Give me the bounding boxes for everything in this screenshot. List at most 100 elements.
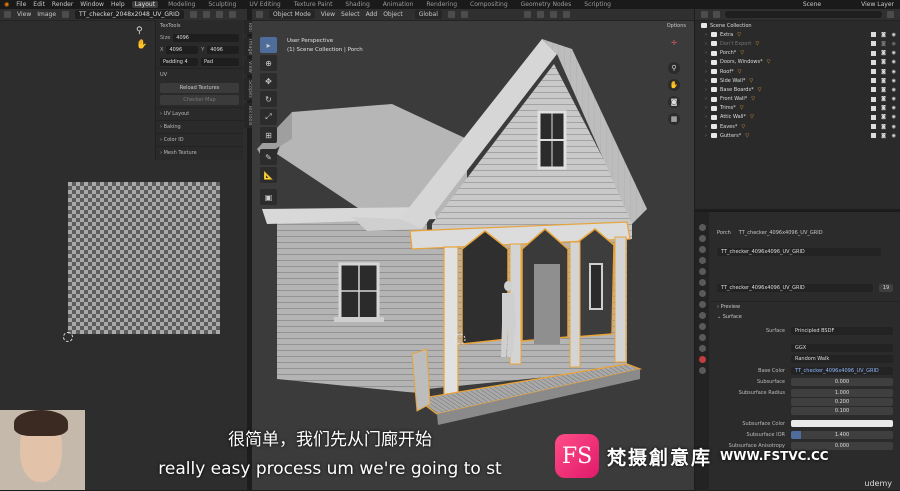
porch-column-1[interactable] [443, 246, 459, 398]
menu-window[interactable]: Window [80, 1, 104, 8]
outliner-row[interactable]: › Side Wall* ▽ ◙ ◉ [695, 76, 900, 85]
pan-hand-icon[interactable]: ✋ [668, 79, 680, 91]
scene-collection-row[interactable]: Scene Collection [695, 21, 900, 30]
pan-hand-icon[interactable]: ✋ [136, 40, 147, 50]
outliner-row[interactable]: › Roof* ▽ ◙ ◉ [695, 67, 900, 76]
outliner-row[interactable]: › Don't Export ▽ ◙ ◉ [695, 39, 900, 48]
scene-selector[interactable]: Scene [803, 1, 821, 8]
visibility-eye-icon[interactable]: ◉ [892, 69, 896, 75]
display-mode-icon[interactable] [713, 11, 720, 18]
padding-field[interactable]: Padding 4 [160, 58, 198, 66]
expand-arrow-icon[interactable]: › [705, 96, 707, 102]
render-tab-icon[interactable] [698, 235, 706, 242]
camera-icon[interactable]: ◙ [881, 96, 886, 102]
tab-compositing[interactable]: Compositing [467, 1, 511, 8]
expand-arrow-icon[interactable]: › [705, 50, 707, 56]
checker-map-button[interactable]: Checker Map [160, 95, 239, 105]
expand-arrow-icon[interactable]: › [705, 105, 707, 111]
axis-gizmo-icon[interactable]: ✛ [660, 29, 688, 57]
transform-tool-icon[interactable]: ⊞ [260, 127, 277, 143]
expand-arrow-icon[interactable]: › [705, 133, 707, 139]
image-browse-icon[interactable] [62, 11, 70, 18]
visibility-eye-icon[interactable]: ◉ [892, 133, 896, 139]
scene-tab-icon[interactable] [698, 268, 706, 275]
tab-uv-editing[interactable]: UV Editing [246, 1, 283, 8]
move-tool-icon[interactable]: ✥ [260, 73, 277, 89]
constraints-tab-icon[interactable] [698, 334, 706, 341]
tab-geometry-nodes[interactable]: Geometry Nodes [518, 1, 575, 8]
blender-logo-icon[interactable]: ◉ [4, 1, 9, 8]
annotate-tool-icon[interactable]: ✎ [260, 149, 277, 165]
filter-icon[interactable] [887, 11, 894, 18]
expand-arrow-icon[interactable]: › [705, 124, 707, 130]
shading-rendered-icon[interactable] [562, 11, 570, 18]
visibility-eye-icon[interactable]: ◉ [892, 105, 896, 111]
outliner-search-input[interactable] [725, 11, 882, 18]
visibility-eye-icon[interactable]: ◉ [892, 41, 896, 47]
exclude-checkbox[interactable] [871, 50, 876, 56]
menu-file[interactable]: File [16, 1, 26, 8]
snap-icon[interactable] [447, 11, 455, 18]
tab-layout[interactable]: Layout [131, 1, 159, 8]
porch-column-4[interactable] [614, 236, 627, 363]
outliner-row[interactable]: › Base Boards* ▽ ◙ ◉ [695, 85, 900, 94]
porch-step-post[interactable] [411, 348, 431, 412]
porch-window[interactable] [589, 263, 603, 310]
house-scene[interactable] [252, 9, 694, 490]
vp-menu-select[interactable]: Select [341, 11, 360, 18]
porch-arch-left[interactable] [461, 230, 509, 345]
camera-icon[interactable]: ◙ [881, 69, 886, 75]
mesh-texture-section[interactable]: › Mesh Texture [156, 146, 243, 159]
color-id-section[interactable]: › Color ID [156, 133, 243, 146]
exclude-checkbox[interactable] [871, 124, 876, 130]
outliner-row[interactable]: › Gutters* ▽ ◙ ◉ [695, 131, 900, 140]
vp-menu-view[interactable]: View [321, 11, 335, 18]
expand-arrow-icon[interactable]: › [705, 114, 707, 120]
3d-viewport[interactable]: Object Mode View Select Add Object Globa… [252, 9, 694, 490]
reload-textures-button[interactable]: Reload Textures [160, 83, 239, 93]
camera-icon[interactable]: ◙ [881, 87, 886, 93]
outliner-row[interactable]: › Attic Wall* ▽ ◙ ◉ [695, 113, 900, 122]
camera-icon[interactable]: ◙ [881, 32, 886, 38]
pad-button[interactable]: Pad [201, 58, 239, 66]
size-field[interactable]: 4096 [173, 34, 239, 42]
editor-type-icon[interactable] [4, 11, 11, 18]
rotate-tool-icon[interactable]: ↻ [260, 91, 277, 107]
editor-type-icon[interactable] [256, 11, 263, 18]
vp-menu-add[interactable]: Add [366, 11, 378, 18]
camera-icon[interactable]: ◙ [881, 105, 886, 111]
subsurface-radius-x[interactable]: 1.000 [791, 389, 893, 397]
camera-icon[interactable]: ◙ [881, 133, 886, 139]
perspective-toggle-icon[interactable]: ▦ [668, 113, 680, 125]
menu-edit[interactable]: Edit [33, 1, 45, 8]
object-tab-icon[interactable] [698, 290, 706, 297]
visibility-eye-icon[interactable]: ◉ [892, 78, 896, 84]
tab-animation[interactable]: Animation [380, 1, 417, 8]
visibility-eye-icon[interactable]: ◉ [892, 50, 896, 56]
y-field[interactable]: 4096 [207, 46, 239, 54]
data-tab-icon[interactable] [698, 345, 706, 352]
scale-tool-icon[interactable]: ⤢ [260, 109, 277, 125]
menu-render[interactable]: Render [52, 1, 73, 8]
porch-column-3[interactable] [569, 241, 581, 368]
uv-layout-section[interactable]: › UV Layout [156, 107, 243, 120]
new-image-icon[interactable] [202, 11, 210, 18]
material-slot-list-item[interactable]: TT_checker_4096x4096_UV_GRID [717, 248, 881, 256]
shading-material-icon[interactable] [549, 11, 557, 18]
exclude-checkbox[interactable] [871, 69, 876, 75]
image-name-field[interactable]: TT_checker_2048x2048_UV_GRID [75, 10, 184, 19]
exclude-checkbox[interactable] [871, 41, 876, 47]
exclude-checkbox[interactable] [871, 78, 876, 84]
open-image-icon[interactable] [215, 11, 223, 18]
exclude-checkbox[interactable] [871, 96, 876, 102]
overlay-icon[interactable] [523, 11, 531, 18]
outliner-row[interactable]: › Porch* ▽ ◙ ◉ [695, 49, 900, 58]
outliner-row[interactable]: › Trims* ▽ ◙ ◉ [695, 104, 900, 113]
particles-tab-icon[interactable] [698, 312, 706, 319]
camera-icon[interactable]: ◙ [881, 114, 886, 120]
add-cube-tool-icon[interactable]: ▣ [260, 189, 277, 205]
subsurface-field[interactable]: 0.000 [791, 378, 893, 386]
camera-icon[interactable]: ◙ [881, 41, 886, 47]
exclude-checkbox[interactable] [871, 59, 876, 65]
expand-arrow-icon[interactable]: › [705, 59, 707, 65]
